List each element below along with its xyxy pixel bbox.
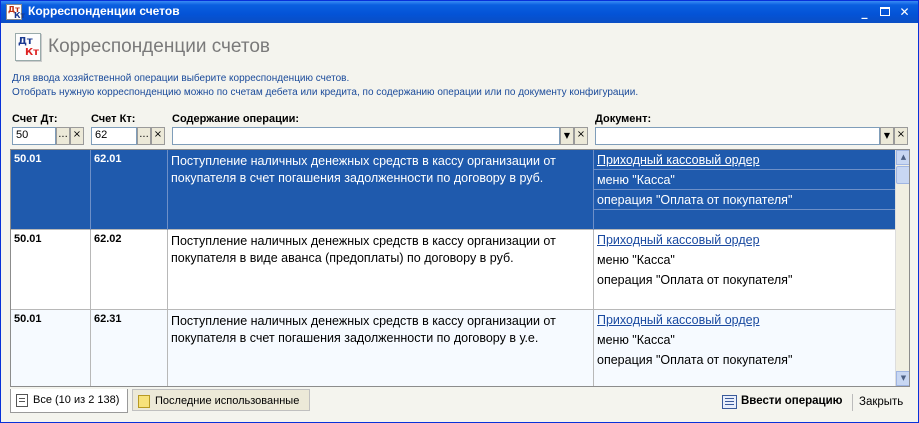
debit-filter-label: Счет Дт: xyxy=(12,113,58,125)
tab-all-label: Все (10 из 2 138) xyxy=(33,394,120,406)
operation-clear-button[interactable]: × xyxy=(574,127,588,145)
credit-clear-button[interactable]: × xyxy=(151,127,165,145)
debit-account: 50.01 xyxy=(14,153,42,165)
credit-cell: 62.02 xyxy=(91,230,168,310)
title-bar[interactable]: Дт Кт Корреспонденции счетов _ ✕ xyxy=(1,1,918,23)
document-dropdown-button[interactable]: ▼ xyxy=(880,127,894,145)
credit-account: 62.01 xyxy=(94,153,122,165)
accounts-icon-credit: Кт xyxy=(25,47,39,58)
document-line: Приходный кассовый ордер xyxy=(597,310,893,330)
debit-account: 50.01 xyxy=(14,313,42,325)
accounts-icon: Дт Кт xyxy=(15,33,41,61)
footer-divider xyxy=(852,394,853,411)
table-row[interactable]: 50.01 62.02 Поступление наличных денежны… xyxy=(11,230,895,310)
document-line: Приходный кассовый ордер xyxy=(597,230,893,250)
debit-cell: 50.01 xyxy=(11,150,91,230)
document-menu: меню "Касса" xyxy=(597,253,675,267)
app-icon-credit: Кт xyxy=(14,11,26,20)
scroll-down-button[interactable]: ▼ xyxy=(896,371,909,386)
debit-filter-input[interactable]: 50 xyxy=(12,127,56,145)
credit-cell: 62.31 xyxy=(91,310,168,386)
hint-line-2: Отобрать нужную корреспонденцию можно по… xyxy=(12,87,639,98)
tab-all[interactable]: Все (10 из 2 138) xyxy=(10,389,128,413)
credit-filter-input[interactable]: 62 xyxy=(91,127,137,145)
maximize-button[interactable] xyxy=(877,5,892,19)
document-cell: Приходный кассовый ордер меню "Касса" оп… xyxy=(594,310,895,386)
operation-text: Поступление наличных денежных средств в … xyxy=(171,154,556,185)
tab-recent-label: Последние использованные xyxy=(155,395,300,407)
debit-select-button[interactable]: ... xyxy=(56,127,70,145)
document-menu: меню "Касса" xyxy=(597,333,675,347)
scroll-thumb[interactable] xyxy=(896,166,909,184)
operation-filter-input[interactable] xyxy=(172,127,560,145)
credit-select-button[interactable]: ... xyxy=(137,127,151,145)
debit-cell: 50.01 xyxy=(11,310,91,386)
window: Дт Кт Корреспонденции счетов _ ✕ Дт Кт К… xyxy=(0,0,919,423)
document-operation: операция "Оплата от покупателя" xyxy=(597,353,793,367)
enter-operation-button[interactable]: Ввести операцию xyxy=(722,395,843,409)
document-link[interactable]: Приходный кассовый ордер xyxy=(597,153,760,167)
table-row[interactable]: 50.01 62.01 Поступление наличных денежны… xyxy=(11,150,895,230)
window-title: Корреспонденции счетов xyxy=(28,4,180,18)
document-cell: Приходный кассовый ордер меню "Касса" оп… xyxy=(594,230,895,310)
document-operation: операция "Оплата от покупателя" xyxy=(597,273,793,287)
close-button[interactable]: Закрыть xyxy=(859,396,903,408)
minimize-button[interactable]: _ xyxy=(857,5,872,19)
list-icon xyxy=(16,394,28,407)
credit-cell: 62.01 xyxy=(91,150,168,230)
app-icon: Дт Кт xyxy=(6,4,26,20)
document-clear-button[interactable]: × xyxy=(894,127,908,145)
folder-icon xyxy=(138,395,150,408)
operation-text: Поступление наличных денежных средств в … xyxy=(171,234,556,265)
maximize-icon xyxy=(880,7,890,16)
credit-account: 62.31 xyxy=(94,313,122,325)
operation-filter-label: Содержание операции: xyxy=(172,113,300,125)
table-row[interactable]: 50.01 62.31 Поступление наличных денежны… xyxy=(11,310,895,386)
credit-filter-label: Счет Кт: xyxy=(91,113,136,125)
scroll-up-button[interactable]: ▲ xyxy=(896,150,909,165)
close-window-button[interactable]: ✕ xyxy=(897,5,912,19)
document-cell: Приходный кассовый ордер меню "Касса" оп… xyxy=(594,150,895,230)
operation-cell: Поступление наличных денежных средств в … xyxy=(168,310,594,386)
document-link[interactable]: Приходный кассовый ордер xyxy=(597,233,760,247)
document-filter-input[interactable] xyxy=(595,127,880,145)
debit-cell: 50.01 xyxy=(11,230,91,310)
debit-clear-button[interactable]: × xyxy=(70,127,84,145)
hint-line-1: Для ввода хозяйственной операции выберит… xyxy=(12,73,350,84)
enter-operation-label: Ввести операцию xyxy=(741,395,843,407)
accounts-icon-debit: Дт xyxy=(18,36,33,47)
document-icon xyxy=(722,395,737,409)
document-operation: операция "Оплата от покупателя" xyxy=(594,190,895,210)
document-line: Приходный кассовый ордер xyxy=(594,150,895,170)
vertical-scrollbar[interactable]: ▲ ▼ xyxy=(895,150,909,386)
page-title: Корреспонденции счетов xyxy=(48,36,270,57)
credit-account: 62.02 xyxy=(94,233,122,245)
document-filter-label: Документ: xyxy=(595,113,652,125)
debit-account: 50.01 xyxy=(14,233,42,245)
operation-dropdown-button[interactable]: ▼ xyxy=(560,127,574,145)
tab-recent[interactable]: Последние использованные xyxy=(132,389,310,411)
operation-text: Поступление наличных денежных средств в … xyxy=(171,314,556,345)
document-menu: меню "Касса" xyxy=(594,170,895,190)
document-link[interactable]: Приходный кассовый ордер xyxy=(597,313,760,327)
operation-cell: Поступление наличных денежных средств в … xyxy=(168,230,594,310)
operation-cell: Поступление наличных денежных средств в … xyxy=(168,150,594,230)
correspondence-table: 50.01 62.01 Поступление наличных денежны… xyxy=(10,149,910,387)
